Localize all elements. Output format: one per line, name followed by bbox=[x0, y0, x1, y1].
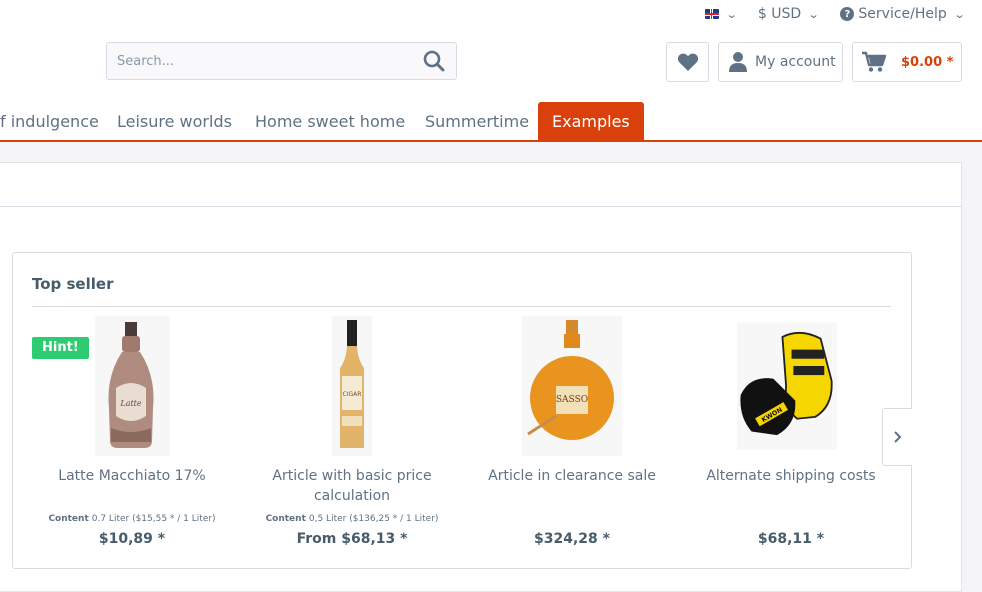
svg-text:SASSO: SASSO bbox=[556, 395, 588, 405]
top-bar: ⌄ $ USD ⌄ ? Service/Help ⌄ bbox=[683, 4, 966, 24]
search-icon bbox=[423, 50, 445, 72]
wishlist-button[interactable] bbox=[666, 42, 709, 82]
product-image-grappa-bottle[interactable]: CIGAR bbox=[302, 316, 402, 456]
uk-flag-icon bbox=[704, 9, 719, 19]
product-content: Content 0.7 Liter ($15,55 * / 1 Liter) bbox=[22, 514, 242, 524]
currency-switcher[interactable]: $ USD ⌄ bbox=[757, 6, 820, 22]
product-price: $68,11 * bbox=[757, 531, 825, 547]
cart-button[interactable]: $0.00 * bbox=[852, 42, 962, 82]
nav-item-summertime[interactable]: Summertime bbox=[425, 102, 529, 140]
content-label: Content bbox=[265, 514, 306, 524]
search-input[interactable] bbox=[107, 43, 417, 79]
product-name[interactable]: Latte Macchiato 17% bbox=[22, 466, 242, 486]
slider-divider bbox=[32, 306, 891, 307]
product-name[interactable]: Article with basic price calculation bbox=[242, 466, 462, 506]
currency-label: $ USD bbox=[757, 6, 802, 22]
nav-item-home-sweet-home[interactable]: Home sweet home bbox=[255, 102, 405, 140]
chevron-down-icon: ⌄ bbox=[953, 7, 966, 21]
chevron-down-icon: ⌄ bbox=[807, 7, 820, 21]
panel-divider bbox=[0, 206, 962, 207]
page-background bbox=[962, 142, 982, 580]
service-menu[interactable]: ? Service/Help ⌄ bbox=[840, 6, 966, 22]
svg-text:CIGAR: CIGAR bbox=[343, 391, 362, 398]
search-box bbox=[106, 42, 457, 80]
product-content: Content 0,5 Liter ($136,25 * / 1 Liter) bbox=[242, 514, 462, 524]
nav-item-examples[interactable]: Examples bbox=[538, 102, 644, 140]
nav-underline bbox=[0, 140, 982, 142]
product-price: $10,89 * bbox=[98, 531, 166, 547]
content-value: 0.7 Liter ($15,55 * / 1 Liter) bbox=[91, 514, 216, 524]
product-name[interactable]: Alternate shipping costs bbox=[681, 466, 901, 486]
product-image-round-bottle[interactable]: SASSO bbox=[522, 316, 622, 456]
slider-title: Top seller bbox=[32, 275, 114, 293]
chevron-right-icon bbox=[893, 431, 901, 443]
slider-next-button[interactable] bbox=[882, 408, 912, 466]
language-switcher[interactable]: ⌄ bbox=[704, 7, 738, 21]
product-name[interactable]: Article in clearance sale bbox=[462, 466, 682, 486]
product-image-liqueur-bottle[interactable]: Latte bbox=[80, 316, 180, 456]
nav-item-indulgence[interactable]: f indulgence bbox=[0, 102, 99, 140]
product-price: From $68,13 * bbox=[296, 531, 408, 547]
hint-badge: Hint! bbox=[32, 337, 89, 359]
cart-amount: $0.00 * bbox=[901, 54, 954, 70]
question-icon: ? bbox=[840, 7, 855, 21]
chevron-down-icon: ⌄ bbox=[725, 7, 738, 21]
product-image-fight-gloves[interactable]: KWON bbox=[737, 316, 837, 456]
search-button[interactable] bbox=[412, 43, 456, 79]
user-icon bbox=[729, 52, 747, 72]
content-value: 0,5 Liter ($136,25 * / 1 Liter) bbox=[308, 514, 439, 524]
product-price: $324,28 * bbox=[534, 531, 610, 547]
account-button[interactable]: My account bbox=[718, 42, 843, 82]
service-label: Service/Help bbox=[858, 6, 947, 22]
content-label: Content bbox=[48, 514, 89, 524]
svg-text:Latte: Latte bbox=[119, 399, 142, 408]
heart-icon bbox=[677, 53, 698, 71]
nav-item-leisure-worlds[interactable]: Leisure worlds bbox=[117, 102, 232, 140]
account-label: My account bbox=[755, 54, 836, 70]
cart-icon bbox=[862, 51, 887, 72]
